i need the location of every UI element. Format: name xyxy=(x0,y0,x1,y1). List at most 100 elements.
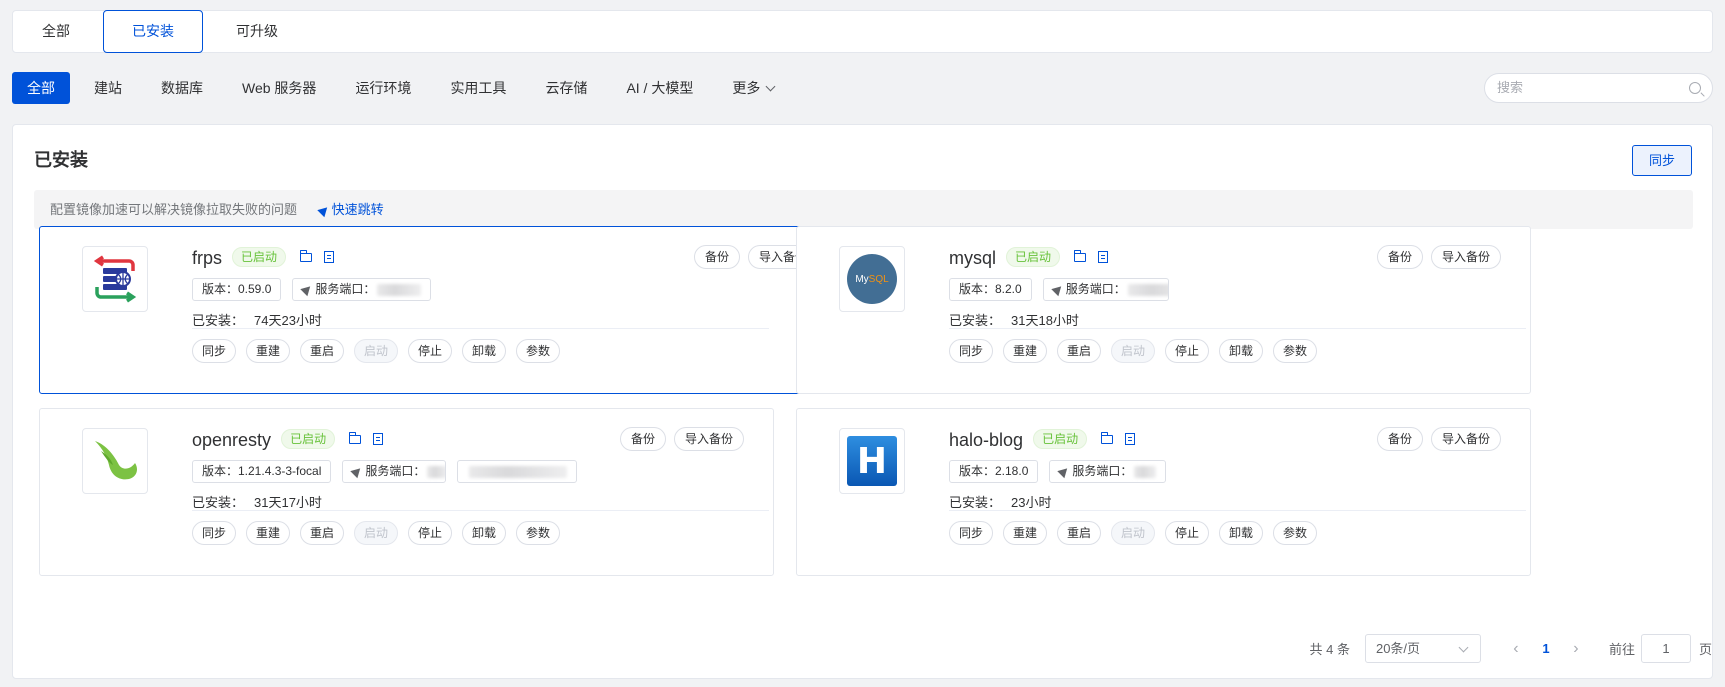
port-tag[interactable]: 服务端口： xyxy=(292,278,432,301)
backup-button[interactable]: 备份 xyxy=(1376,427,1423,451)
params-button[interactable]: 参数 xyxy=(516,339,560,363)
restart-button[interactable]: 重启 xyxy=(300,521,344,545)
installed-time: 已安装： 31天17小时 xyxy=(192,492,322,511)
sync-button[interactable]: 同步 xyxy=(1632,145,1692,176)
app-card-openresty[interactable]: openresty 已启动 备份 导入备份 版本：1.21.4.3-3-focal… xyxy=(39,408,774,576)
mysql-logo-text-a: My xyxy=(855,273,869,285)
restart-button[interactable]: 重启 xyxy=(300,339,344,363)
start-button[interactable]: 启动 xyxy=(1111,521,1155,545)
openresty-logo-icon xyxy=(82,428,148,494)
card-header-buttons: 备份 导入备份 xyxy=(1369,427,1501,451)
start-button[interactable]: 启动 xyxy=(354,521,398,545)
stop-button[interactable]: 停止 xyxy=(408,339,452,363)
document-icon[interactable] xyxy=(1098,251,1109,264)
halo-logo-icon: H xyxy=(839,428,905,494)
status-badge: 已启动 xyxy=(281,429,336,450)
installed-panel: 已安装 同步 配置镜像加速可以解决镜像拉取失败的问题 快速跳转 frps 已启动 … xyxy=(12,124,1713,679)
port-tag-extra[interactable] xyxy=(457,460,578,483)
restart-button[interactable]: 重启 xyxy=(1057,339,1101,363)
rebuild-button[interactable]: 重建 xyxy=(1003,521,1047,545)
app-name: openresty 已启动 xyxy=(192,429,384,451)
installed-label: 已安装： xyxy=(949,313,1002,328)
import-backup-button[interactable]: 导入备份 xyxy=(1430,245,1501,269)
category-website[interactable]: 建站 xyxy=(79,72,137,104)
tab-upgradable[interactable]: 可升级 xyxy=(207,10,307,53)
redacted-port xyxy=(377,283,422,296)
installed-label: 已安装： xyxy=(192,495,245,510)
port-tag[interactable]: 服务端口： xyxy=(342,460,447,483)
stop-button[interactable]: 停止 xyxy=(1165,521,1209,545)
stop-button[interactable]: 停止 xyxy=(408,521,452,545)
notice-text: 配置镜像加速可以解决镜像拉取失败的问题 xyxy=(50,202,298,217)
document-icon[interactable] xyxy=(373,433,384,446)
prev-page-icon[interactable]: ‹ xyxy=(1501,640,1531,658)
backup-button[interactable]: 备份 xyxy=(1376,245,1423,269)
folder-icon[interactable] xyxy=(299,249,313,262)
rebuild-button[interactable]: 重建 xyxy=(1003,339,1047,363)
import-backup-button[interactable]: 导入备份 xyxy=(1430,427,1501,451)
folder-icon[interactable] xyxy=(1100,431,1114,444)
app-name-text: frps xyxy=(192,248,223,268)
installed-value: 23小时 xyxy=(1011,495,1052,510)
category-cloud-storage[interactable]: 云存储 xyxy=(530,72,602,104)
uninstall-button[interactable]: 卸载 xyxy=(1219,339,1263,363)
port-label: 服务端口： xyxy=(365,464,426,478)
backup-button[interactable]: 备份 xyxy=(619,427,666,451)
rebuild-button[interactable]: 重建 xyxy=(246,521,290,545)
app-name: frps 已启动 xyxy=(192,247,335,269)
folder-icon[interactable] xyxy=(1073,249,1087,262)
navigate-icon xyxy=(1050,282,1065,297)
category-tools[interactable]: 实用工具 xyxy=(435,72,521,104)
category-database[interactable]: 数据库 xyxy=(146,72,218,104)
sync-app-button[interactable]: 同步 xyxy=(949,339,993,363)
app-card-halo-blog[interactable]: H halo-blog 已启动 备份 导入备份 版本：2.18.0 服务端口： 已… xyxy=(796,408,1531,576)
search-icon[interactable] xyxy=(1689,82,1701,94)
category-all[interactable]: 全部 xyxy=(12,72,70,104)
backup-button[interactable]: 备份 xyxy=(693,245,740,269)
page-size-value: 20条/页 xyxy=(1375,641,1421,656)
import-backup-button[interactable]: 导入备份 xyxy=(673,427,744,451)
restart-button[interactable]: 重启 xyxy=(1057,521,1101,545)
goto-page-input[interactable]: 1 xyxy=(1640,634,1691,663)
start-button[interactable]: 启动 xyxy=(1111,339,1155,363)
category-ai[interactable]: AI / 大模型 xyxy=(611,72,708,104)
stop-button[interactable]: 停止 xyxy=(1165,339,1209,363)
tab-all[interactable]: 全部 xyxy=(13,10,99,53)
installed-value: 31天18小时 xyxy=(1011,313,1079,328)
sync-app-button[interactable]: 同步 xyxy=(192,521,236,545)
page-size-select[interactable]: 20条/页 xyxy=(1364,634,1481,663)
quick-jump-link[interactable]: 快速跳转 xyxy=(316,202,384,218)
action-buttons: 同步 重建 重启 启动 停止 卸载 参数 xyxy=(192,339,570,363)
start-button[interactable]: 启动 xyxy=(354,339,398,363)
goto-label: 前往 xyxy=(1608,642,1635,657)
params-button[interactable]: 参数 xyxy=(516,521,560,545)
category-runtime[interactable]: 运行环境 xyxy=(340,72,426,104)
version-tag: 版本：0.59.0 xyxy=(192,278,282,301)
port-tag[interactable]: 服务端口： xyxy=(1042,278,1169,301)
sync-app-button[interactable]: 同步 xyxy=(949,521,993,545)
sync-app-button[interactable]: 同步 xyxy=(192,339,236,363)
rebuild-button[interactable]: 重建 xyxy=(246,339,290,363)
params-button[interactable]: 参数 xyxy=(1273,521,1317,545)
port-tag[interactable]: 服务端口： xyxy=(1049,460,1167,483)
divider xyxy=(192,510,769,511)
document-icon[interactable] xyxy=(324,251,335,264)
category-web-server[interactable]: Web 服务器 xyxy=(227,72,331,104)
redacted-port xyxy=(427,465,446,478)
app-card-mysql[interactable]: My SQL mysql 已启动 备份 导入备份 版本：8.2.0 服务端口： 已安… xyxy=(796,226,1531,394)
params-button[interactable]: 参数 xyxy=(1273,339,1317,363)
tab-installed[interactable]: 已安装 xyxy=(103,10,203,53)
uninstall-button[interactable]: 卸载 xyxy=(462,339,506,363)
info-line: 版本：1.21.4.3-3-focal 服务端口： xyxy=(192,460,588,483)
category-more[interactable]: 更多 xyxy=(717,72,789,104)
folder-icon[interactable] xyxy=(348,431,362,444)
chevron-down-icon xyxy=(1458,642,1469,653)
uninstall-button[interactable]: 卸载 xyxy=(1219,521,1263,545)
search-input[interactable] xyxy=(1497,80,1677,95)
next-page-icon[interactable]: › xyxy=(1561,640,1591,658)
uninstall-button[interactable]: 卸载 xyxy=(462,521,506,545)
document-icon[interactable] xyxy=(1125,433,1136,446)
app-card-frps[interactable]: frps 已启动 备份 导入备份 版本：0.59.0 服务端口： 已安装： 74天2… xyxy=(39,226,848,394)
search-box[interactable] xyxy=(1484,73,1713,103)
page-number[interactable]: 1 xyxy=(1531,641,1561,656)
